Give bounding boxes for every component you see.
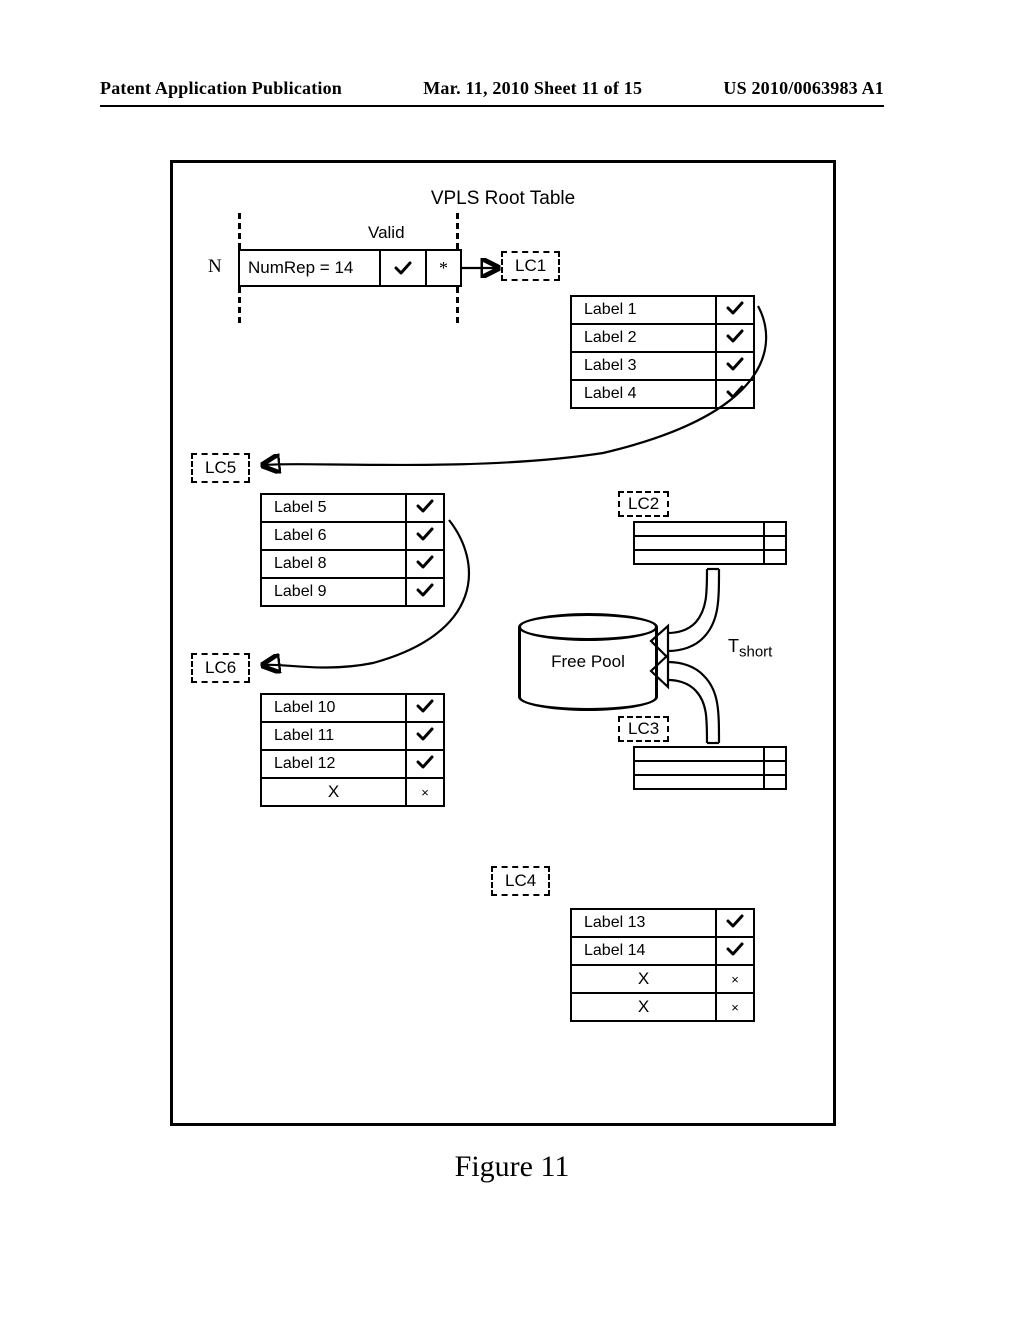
- lc1-row3-label: Label 4: [571, 380, 716, 408]
- check-icon: [726, 942, 744, 956]
- check-icon: [416, 527, 434, 541]
- lc1-box: LC1: [501, 251, 560, 281]
- lc5-box: LC5: [191, 453, 250, 483]
- check-icon: [416, 699, 434, 713]
- lc2-box: LC2: [618, 491, 669, 517]
- lc4-row3-valid: ×: [716, 993, 754, 1021]
- check-icon: [416, 583, 434, 597]
- lc4-table: Label 13 Label 14 X× X×: [570, 908, 755, 1022]
- lc6-row1-valid: [406, 722, 444, 750]
- lc1-row2-label: Label 3: [571, 352, 716, 380]
- lc4-row3-label: X: [571, 993, 716, 1021]
- check-icon: [726, 914, 744, 928]
- check-icon: [416, 499, 434, 513]
- lc1-row3-valid: [716, 380, 754, 408]
- lc6-row3-label: X: [261, 778, 406, 806]
- check-icon: [726, 329, 744, 343]
- lc4-box: LC4: [491, 866, 550, 896]
- lc4-row0-label: Label 13: [571, 909, 716, 937]
- lc6-table: Label 10 Label 11 Label 12 X×: [260, 693, 445, 807]
- lc4-row2-label: X: [571, 965, 716, 993]
- tshort-label: Tshort: [728, 636, 772, 661]
- lc6-row3-valid: ×: [406, 778, 444, 806]
- tshort-sub: short: [739, 644, 772, 661]
- lc6-row1-label: Label 11: [261, 722, 406, 750]
- lc1-row1-valid: [716, 324, 754, 352]
- free-pool: Free Pool: [518, 613, 658, 711]
- lc1-row1-label: Label 2: [571, 324, 716, 352]
- tshort-base: T: [728, 636, 739, 656]
- lc5-row2-valid: [406, 550, 444, 578]
- lc5-row1-valid: [406, 522, 444, 550]
- lc5-row0-label: Label 5: [261, 494, 406, 522]
- lc3-box: LC3: [618, 716, 669, 742]
- numrep-cell: NumRep = 14: [240, 251, 381, 285]
- lc4-row1-label: Label 14: [571, 937, 716, 965]
- diagram-title: VPLS Root Table: [173, 188, 833, 210]
- root-pointer-cell: *: [427, 251, 460, 285]
- header-right: US 2010/0063983 A1: [723, 78, 884, 99]
- lc5-row1-label: Label 6: [261, 522, 406, 550]
- root-index: N: [208, 256, 222, 278]
- lc5-row3-valid: [406, 578, 444, 606]
- lc4-row1-valid: [716, 937, 754, 965]
- check-icon: [726, 301, 744, 315]
- check-icon: [416, 555, 434, 569]
- check-icon: [416, 755, 434, 769]
- lc6-row2-label: Label 12: [261, 750, 406, 778]
- lc1-row0-valid: [716, 296, 754, 324]
- lc1-table: Label 1 Label 2 Label 3 Label 4: [570, 295, 755, 409]
- lc2-table: [633, 521, 787, 565]
- page-header: Patent Application Publication Mar. 11, …: [100, 78, 884, 107]
- lc5-row0-valid: [406, 494, 444, 522]
- lc5-row2-label: Label 8: [261, 550, 406, 578]
- lc1-row2-valid: [716, 352, 754, 380]
- lc6-box: LC6: [191, 653, 250, 683]
- lc4-row2-valid: ×: [716, 965, 754, 993]
- valid-label: Valid: [368, 223, 405, 243]
- check-icon: [726, 357, 744, 371]
- check-icon: [726, 385, 744, 399]
- lc6-row0-valid: [406, 694, 444, 722]
- lc3-table: [633, 746, 787, 790]
- lc6-row2-valid: [406, 750, 444, 778]
- figure-caption: Figure 11: [0, 1150, 1024, 1184]
- check-icon: [394, 261, 412, 275]
- lc5-table: Label 5 Label 6 Label 8 Label 9: [260, 493, 445, 607]
- figure-frame: VPLS Root Table Valid N NumRep = 14 * LC…: [170, 160, 836, 1126]
- lc1-row0-label: Label 1: [571, 296, 716, 324]
- header-left: Patent Application Publication: [100, 78, 342, 99]
- lc5-row3-label: Label 9: [261, 578, 406, 606]
- lc6-row0-label: Label 10: [261, 694, 406, 722]
- check-icon: [416, 727, 434, 741]
- header-center: Mar. 11, 2010 Sheet 11 of 15: [423, 78, 642, 99]
- root-valid-cell: [381, 251, 427, 285]
- root-table-row: NumRep = 14 *: [238, 249, 462, 287]
- lc4-row0-valid: [716, 909, 754, 937]
